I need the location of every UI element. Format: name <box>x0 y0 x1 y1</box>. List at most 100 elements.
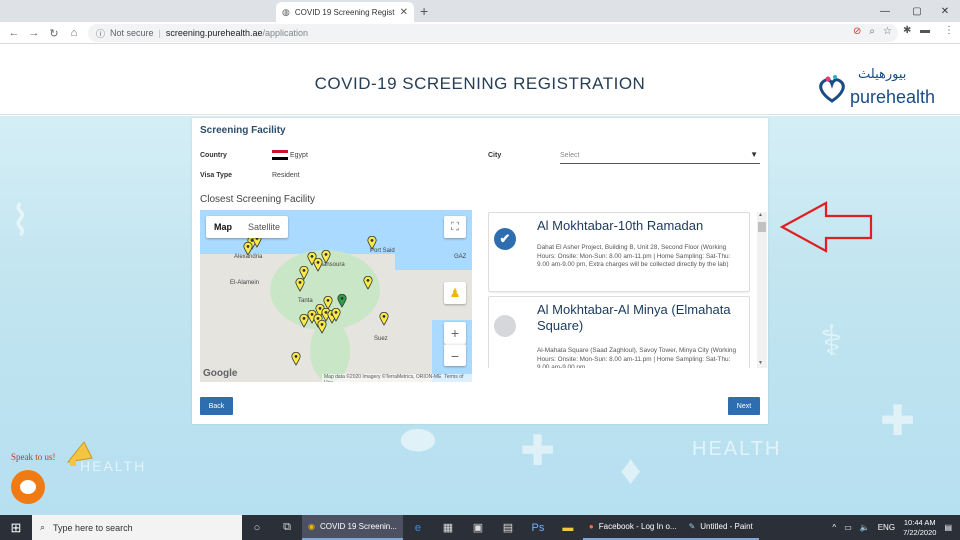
volume-icon[interactable]: 🔈 <box>860 523 870 532</box>
blocked-icon[interactable]: ⊘ <box>853 26 861 37</box>
profile-flag-icon[interactable]: ▬ <box>920 25 930 36</box>
facility-radio-icon[interactable] <box>494 315 516 337</box>
calculator-icon[interactable]: ▤ <box>493 515 523 540</box>
zoom-out-button[interactable]: − <box>444 344 466 366</box>
map-marker-icon[interactable] <box>243 242 253 256</box>
facility-address: Al-Mahata Square (Saad Zaghloul), Savoy … <box>537 347 737 368</box>
zoom-in-button[interactable]: + <box>444 322 466 344</box>
taskbar-app-label: COVID 19 Screenin... <box>319 522 397 531</box>
facility-item[interactable]: ✔ Al Mokhtabar-10th Ramadan Dahat El Ash… <box>488 212 750 292</box>
map-marker-icon[interactable] <box>295 278 305 292</box>
back-button[interactable]: Back <box>200 397 233 415</box>
info-icon[interactable]: ⓘ <box>96 27 105 40</box>
reload-icon[interactable]: ↻ <box>46 25 62 41</box>
map-tab[interactable]: Map <box>206 216 240 238</box>
chat-button[interactable] <box>11 470 45 504</box>
home-icon[interactable]: ⌂ <box>66 25 82 41</box>
firefox-icon: ● <box>588 522 594 531</box>
map-marker-icon[interactable] <box>313 258 323 272</box>
map-valley <box>310 320 350 382</box>
facility-map[interactable]: Alexandria Port Said Mansoura Tanta El-A… <box>200 210 472 382</box>
new-tab-icon[interactable]: + <box>420 3 428 19</box>
registration-card: Screening Facility Country Egypt Visa Ty… <box>192 118 768 424</box>
forward-arrow-icon[interactable]: → <box>26 25 42 41</box>
cortana-icon[interactable]: ○ <box>242 515 272 540</box>
dna-icon: ⌇ <box>10 197 31 244</box>
taskbar-app-firefox[interactable]: ● Facebook - Log In o... <box>582 515 683 540</box>
scroll-up-icon[interactable]: ▲ <box>758 212 763 218</box>
photoshop-icon[interactable]: Ps <box>523 515 553 540</box>
map-place-label: El-Alamein <box>230 280 260 286</box>
map-place-label: Tanta <box>298 298 313 304</box>
megaphone-icon <box>66 441 93 466</box>
zoom-icon[interactable]: ⌕ <box>869 26 875 37</box>
map-marker-icon[interactable] <box>299 314 309 328</box>
clock-time: 10:44 AM <box>903 517 936 527</box>
city-select[interactable]: Select ▼ <box>560 148 760 164</box>
fullscreen-icon[interactable]: ⛶ <box>444 216 466 238</box>
map-marker-icon[interactable] <box>363 276 373 290</box>
task-view-icon[interactable]: ⧉ <box>272 515 302 540</box>
google-logo: Google <box>203 368 238 379</box>
address-bar[interactable]: ⓘ Not secure | screening.purehealth.ae/a… <box>88 24 898 42</box>
browser-tab[interactable]: ◍ COVID 19 Screening Registra ✕ <box>276 2 414 22</box>
speak-to-us-label: Speak to us! <box>11 452 56 462</box>
medkit-icon: ✚ <box>880 397 916 444</box>
scroll-down-icon[interactable]: ▼ <box>758 360 763 366</box>
map-marker-icon[interactable] <box>291 352 301 366</box>
country-value: Egypt <box>272 150 308 160</box>
visa-type-label: Visa Type <box>200 172 233 179</box>
tab-title: COVID 19 Screening Registra <box>294 7 395 17</box>
dropdown-caret-icon: ▼ <box>750 150 758 159</box>
drops-icon: ♦ <box>620 446 642 493</box>
background-watermark: HEALTH <box>692 438 782 460</box>
close-window-icon[interactable]: ✕ <box>926 0 960 22</box>
list-scrollbar[interactable]: ▲ ▼ <box>757 212 767 368</box>
map-place-label: GAZ <box>454 254 467 260</box>
red-arrow-annotation-icon <box>780 201 873 253</box>
next-button[interactable]: Next <box>728 397 760 415</box>
satellite-tab[interactable]: Satellite <box>240 216 288 238</box>
url-separator: | <box>158 28 161 38</box>
back-arrow-icon[interactable]: ← <box>6 25 22 41</box>
menu-icon[interactable]: ⋮ <box>944 25 954 36</box>
city-label: City <box>488 152 502 159</box>
close-tab-icon[interactable]: ✕ <box>400 7 408 18</box>
street-view-icon[interactable]: ♟ <box>444 282 466 304</box>
security-label: Not secure <box>110 28 154 38</box>
facility-radio-checked-icon[interactable]: ✔ <box>494 228 516 250</box>
map-marker-icon[interactable] <box>331 308 341 322</box>
map-place-label: Suez <box>374 336 388 342</box>
visa-type-value: Resident <box>272 172 300 179</box>
tray-chevron-icon[interactable]: ^ <box>832 523 836 532</box>
bookmark-star-icon[interactable]: ☆ <box>883 26 892 37</box>
windows-start-icon[interactable]: ⊞ <box>0 515 32 540</box>
purehealth-logo[interactable]: بيورهيلث purehealth <box>812 67 952 111</box>
edge-icon[interactable]: e <box>403 515 433 540</box>
windows-taskbar: ⊞ ⌕ Type here to search ○ ⧉ ◉ COVID 19 S… <box>0 515 960 540</box>
language-indicator[interactable]: ENG <box>878 523 895 532</box>
map-marker-active-icon[interactable] <box>337 294 347 308</box>
network-icon[interactable]: ▭ <box>844 523 852 532</box>
map-marker-icon[interactable] <box>379 312 389 326</box>
egypt-flag-icon <box>272 150 288 160</box>
taskbar-app-chrome[interactable]: ◉ COVID 19 Screenin... <box>302 515 403 540</box>
file-explorer-icon[interactable]: ▬ <box>553 515 583 540</box>
facility-item[interactable]: Al Mokhtabar-Al Minya (Elmahata Square) … <box>488 296 750 368</box>
notifications-icon[interactable]: ▤ <box>944 523 952 532</box>
app-icon[interactable]: ▦ <box>433 515 463 540</box>
extensions-icon[interactable]: ✱ <box>903 25 911 36</box>
chat-bubble-icon <box>20 480 36 494</box>
taskbar-search-placeholder: Type here to search <box>53 522 133 533</box>
taskbar-app-paint[interactable]: ✎ Untitled - Paint <box>682 515 759 540</box>
taskbar-app-label: Untitled - Paint <box>700 522 753 531</box>
scroll-thumb[interactable] <box>758 222 766 232</box>
network-app-icon[interactable]: ▣ <box>463 515 493 540</box>
clock-date: 7/22/2020 <box>903 527 937 537</box>
clock[interactable]: 10:44 AM 7/22/2020 <box>903 518 936 538</box>
map-marker-icon[interactable] <box>367 236 377 250</box>
taskbar-search[interactable]: ⌕ Type here to search <box>32 515 242 540</box>
map-marker-icon[interactable] <box>317 320 327 334</box>
facility-list[interactable]: ✔ Al Mokhtabar-10th Ramadan Dahat El Ash… <box>488 212 750 368</box>
browser-toolbar: ← → ↻ ⌂ ⓘ Not secure | screening.purehea… <box>0 22 960 44</box>
